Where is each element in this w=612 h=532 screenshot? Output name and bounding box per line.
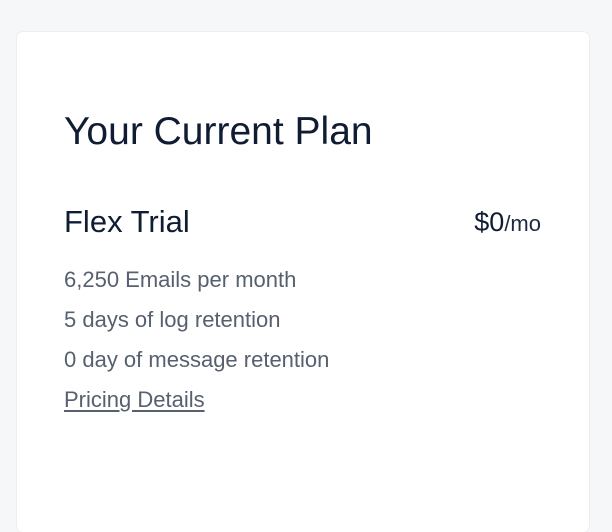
pricing-details-link[interactable]: Pricing Details [64,380,205,420]
price-unit: /mo [504,211,541,236]
plan-summary-row: Flex Trial $0/mo [64,202,541,242]
plan-features-list: 6,250 Emails per month 5 days of log ret… [64,260,329,380]
plan-feature-message-retention: 0 day of message retention [64,347,330,372]
plan-feature-emails: 6,250 Emails per month [64,267,297,292]
price-amount: $0 [474,207,505,237]
plan-feature-log-retention: 5 days of log retention [64,307,281,332]
plan-name: Flex Trial [64,204,190,239]
plan-price: $0/mo [474,202,541,247]
current-plan-title: Your Current Plan [64,110,373,153]
current-plan-card: Your Current Plan Flex Trial $0/mo 6,250… [17,32,589,532]
